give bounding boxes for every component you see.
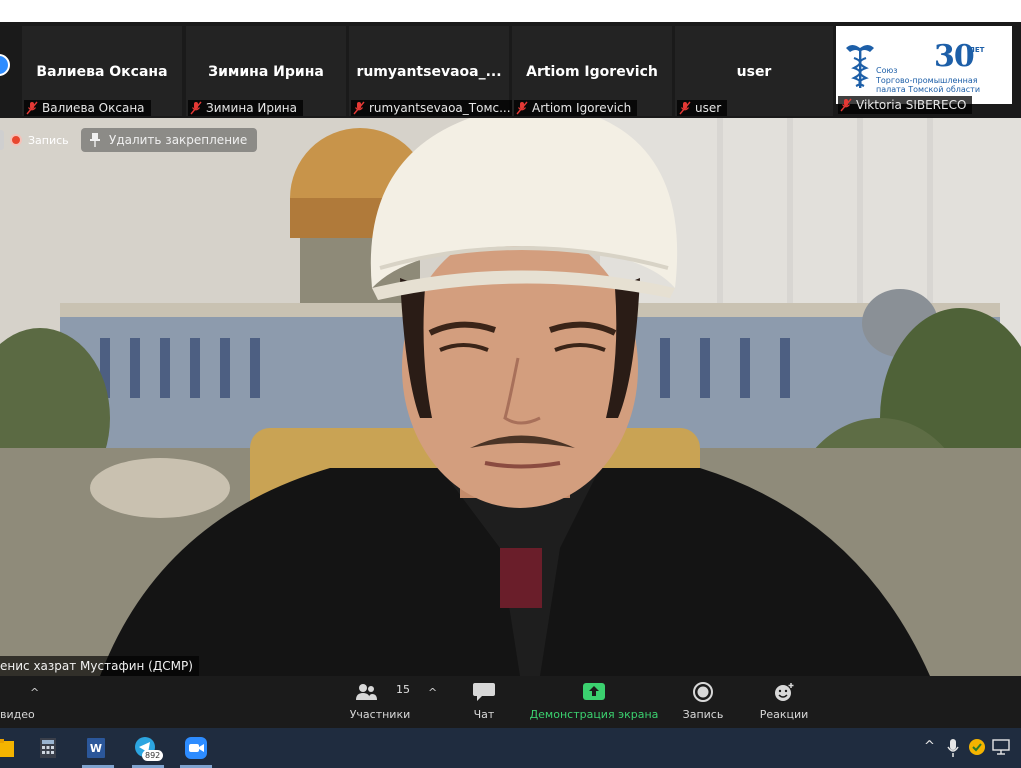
reactions-label: Реакции <box>759 708 809 721</box>
share-screen-button[interactable]: Демонстрация экрана <box>527 676 661 728</box>
participant-name: Зимина Ирина <box>208 64 324 80</box>
participant-label: Валиева Оксана <box>24 100 151 116</box>
zoom-icon[interactable] <box>184 736 208 760</box>
mic-muted-icon <box>516 101 528 115</box>
participants-label: Участники <box>349 708 411 721</box>
record-label: Запись <box>682 708 724 721</box>
main-speaker-video[interactable]: Запись Удалить закрепление енис хазрат М… <box>0 118 1021 676</box>
participant-tile[interactable]: user user <box>675 26 833 116</box>
reactions-button[interactable]: Реакции <box>755 676 813 728</box>
participant-label-text: Artiom Igorevich <box>532 101 632 115</box>
org-line: Союз <box>876 66 898 75</box>
mic-muted-icon <box>353 101 365 115</box>
speaker-video-image <box>0 118 1021 676</box>
unpin-label: Удалить закрепление <box>109 133 248 147</box>
mic-muted-icon <box>26 101 38 115</box>
svg-text:W: W <box>90 742 102 755</box>
meeting-toolbar: ^ видео 15 Участники ^ Чат Демонстрация … <box>0 676 1021 728</box>
tray-overflow-caret-icon[interactable]: ^ <box>924 739 935 754</box>
recording-label: Запись <box>28 133 69 147</box>
org-line: палата Томской области <box>876 85 981 94</box>
word-icon[interactable]: W <box>84 736 108 760</box>
participant-label-text: rumyantsevaoa_Томс... <box>369 101 511 115</box>
participant-tile[interactable]: Валиева Оксана Валиева Оксана <box>22 26 182 116</box>
recording-dot-icon <box>10 134 22 146</box>
record-icon <box>693 682 713 702</box>
participant-tile-logo[interactable]: 30 ЛЕТ Союз Торгово-промышленная палата … <box>836 26 1012 104</box>
windows-taskbar: W 892 ^ <box>0 728 1021 768</box>
pin-icon <box>90 133 100 147</box>
participant-name: user <box>736 64 772 80</box>
chat-icon <box>473 683 495 701</box>
participant-label: user <box>677 100 728 116</box>
participant-name: Artiom Igorevich <box>526 64 658 80</box>
participant-tile[interactable]: rumyantsevaoa_... rumyantsevaoa_Томс... <box>349 26 517 116</box>
participant-label: rumyantsevaoa_Томс... <box>351 100 517 116</box>
participant-label-text: Viktoria SIBERECO <box>856 98 967 112</box>
chat-label: Чат <box>473 708 495 721</box>
mic-muted-icon <box>840 98 852 112</box>
participants-count: 15 <box>396 683 410 696</box>
organization-name: Союз Торгово-промышленная палата Томской… <box>876 66 1008 95</box>
org-line: Торгово-промышленная <box>876 75 978 85</box>
video-label: видео <box>0 708 35 721</box>
left-edge-control[interactable] <box>0 130 4 150</box>
chat-button[interactable]: Чат <box>464 676 504 728</box>
partial-avatar-icon <box>0 54 10 76</box>
network-tray-icon[interactable] <box>992 739 1010 755</box>
record-button[interactable]: Запись <box>678 676 728 728</box>
share-screen-label: Демонстрация экрана <box>529 708 659 721</box>
participant-name: rumyantsevaoa_... <box>356 64 502 80</box>
zoom-meeting-window: Валиева Оксана Валиева Оксана Зимина Ири… <box>0 0 1021 768</box>
participants-options-caret-icon[interactable]: ^ <box>428 686 437 699</box>
calculator-icon[interactable] <box>36 736 60 760</box>
video-button[interactable]: видео <box>0 676 40 728</box>
participants-button[interactable]: 15 Участники <box>344 676 416 728</box>
file-explorer-icon[interactable] <box>0 736 16 760</box>
participant-label: Artiom Igorevich <box>514 100 638 116</box>
mic-muted-icon <box>679 101 691 115</box>
participant-label: Зимина Ирина <box>188 100 303 116</box>
anniversary-suffix: ЛЕТ <box>969 46 985 54</box>
microphone-tray-icon[interactable] <box>946 738 960 758</box>
top-white-strip <box>0 0 1021 22</box>
share-screen-icon <box>583 683 605 700</box>
participant-label-text: Зимина Ирина <box>206 101 297 115</box>
participant-label-text: user <box>695 101 722 115</box>
participant-tile[interactable]: Artiom Igorevich Artiom Igorevich <box>512 26 672 116</box>
reactions-icon <box>775 683 794 701</box>
recording-indicator: Запись <box>10 130 69 150</box>
participant-tile[interactable]: Зимина Ирина Зимина Ирина <box>186 26 346 116</box>
participants-icon <box>355 684 377 700</box>
participant-name: Валиева Оксана <box>36 64 168 80</box>
telegram-badge: 892 <box>142 750 164 761</box>
unpin-button[interactable]: Удалить закрепление <box>81 128 258 152</box>
speaker-name-label: енис хазрат Мустафин (ДСМР) <box>0 656 199 676</box>
chamber-emblem-icon <box>846 45 874 88</box>
status-tray-icon[interactable] <box>968 738 986 756</box>
participant-label-text: Валиева Оксана <box>42 101 145 115</box>
mic-muted-icon <box>190 101 202 115</box>
participant-label: Viktoria SIBERECO <box>838 96 973 114</box>
